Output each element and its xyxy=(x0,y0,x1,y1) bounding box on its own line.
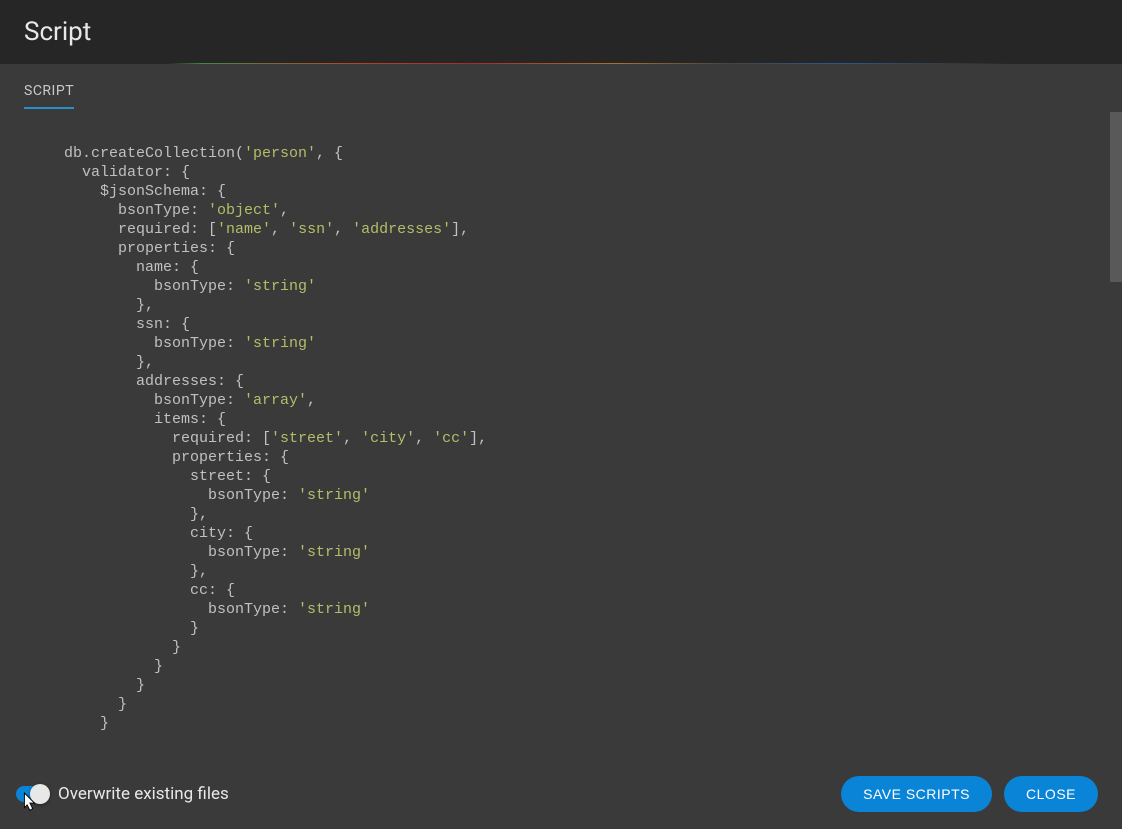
code-string-literal: 'string' xyxy=(244,278,316,295)
code-string-literal: 'object' xyxy=(208,202,280,219)
code-string-literal: 'cc' xyxy=(433,430,469,447)
vertical-scrollbar[interactable] xyxy=(1110,112,1122,282)
dialog-header: Script xyxy=(0,0,1122,64)
dialog-title: Script xyxy=(24,17,91,47)
dialog-footer: Overwrite existing files SAVE SCRIPTS CL… xyxy=(0,759,1122,829)
overwrite-toggle-container: Overwrite existing files xyxy=(16,784,229,804)
code-string-literal: 'city' xyxy=(361,430,415,447)
code-string-literal: 'person' xyxy=(244,145,316,162)
code-string-literal: 'string' xyxy=(298,601,370,618)
code-block: db.createCollection('person', { validato… xyxy=(64,144,1074,733)
save-scripts-button[interactable]: SAVE SCRIPTS xyxy=(841,776,992,812)
overwrite-toggle[interactable] xyxy=(16,786,48,802)
code-scroll-area[interactable]: db.createCollection('person', { validato… xyxy=(0,112,1122,759)
code-string-literal: 'array' xyxy=(244,392,307,409)
code-string-literal: 'string' xyxy=(298,487,370,504)
toggle-knob xyxy=(30,784,50,804)
code-string-literal: 'ssn' xyxy=(289,221,334,238)
code-string-literal: 'street' xyxy=(271,430,343,447)
code-string-literal: 'string' xyxy=(244,335,316,352)
tab-script[interactable]: SCRIPT xyxy=(24,83,74,109)
close-button[interactable]: CLOSE xyxy=(1004,776,1098,812)
code-string-literal: 'name' xyxy=(217,221,271,238)
code-string-literal: 'addresses' xyxy=(352,221,451,238)
overwrite-toggle-label: Overwrite existing files xyxy=(58,784,229,804)
content-area: db.createCollection('person', { validato… xyxy=(0,112,1122,759)
tabs-bar: SCRIPT xyxy=(0,64,1122,109)
code-string-literal: 'string' xyxy=(298,544,370,561)
header-accent-line xyxy=(0,63,1122,64)
